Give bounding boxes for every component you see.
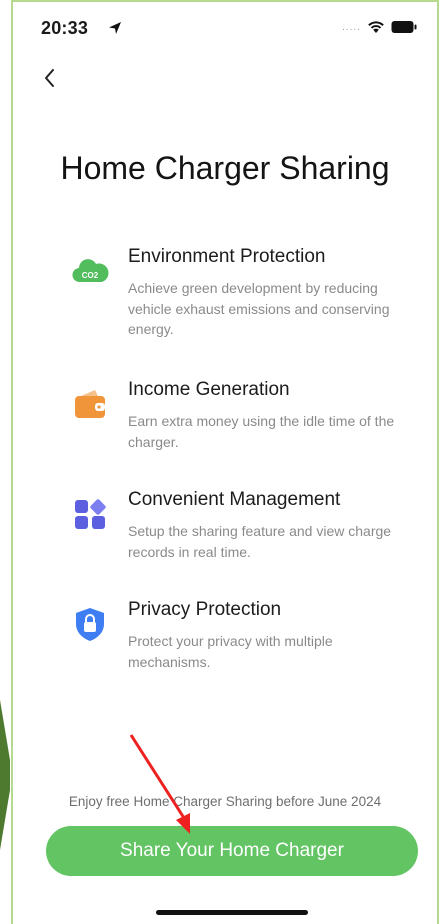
feature-title: Privacy Protection bbox=[128, 599, 282, 620]
feature-description: Earn extra money using the idle time of … bbox=[128, 413, 395, 450]
back-chevron-icon[interactable] bbox=[39, 64, 63, 92]
cellular-signal-icon: ..... bbox=[342, 21, 361, 33]
feature-title: Environment Protection bbox=[128, 246, 326, 267]
feature-description: Protect your privacy with multiple mecha… bbox=[128, 633, 333, 670]
battery-icon bbox=[391, 21, 417, 33]
wifi-icon bbox=[368, 21, 384, 33]
promo-text: Enjoy free Home Charger Sharing before J… bbox=[68, 794, 382, 809]
background-wedge bbox=[0, 700, 10, 850]
share-home-charger-button[interactable]: Share Your Home Charger bbox=[46, 826, 418, 876]
wallet-icon bbox=[75, 390, 105, 418]
co2-cloud-icon: CO2 bbox=[72, 259, 109, 283]
frame-border-right bbox=[437, 0, 439, 924]
phone-screen: 20:33 ..... Home Charger Sharing CO2 Env… bbox=[13, 2, 437, 924]
shield-lock-icon bbox=[76, 608, 104, 641]
svg-text:CO2: CO2 bbox=[82, 271, 99, 280]
location-arrow-icon bbox=[109, 22, 121, 34]
home-indicator bbox=[156, 910, 308, 915]
feature-description: Achieve green development by reducing ve… bbox=[128, 280, 390, 337]
feature-title: Income Generation bbox=[128, 379, 290, 400]
status-bar: 20:33 ..... bbox=[13, 2, 437, 50]
grid-apps-icon bbox=[75, 499, 106, 529]
feature-title: Convenient Management bbox=[128, 489, 341, 510]
feature-description: Setup the sharing feature and view charg… bbox=[128, 523, 392, 560]
page-title: Home Charger Sharing bbox=[60, 150, 390, 186]
status-indicators: ..... bbox=[342, 20, 417, 34]
status-time: 20:33 bbox=[41, 18, 89, 38]
